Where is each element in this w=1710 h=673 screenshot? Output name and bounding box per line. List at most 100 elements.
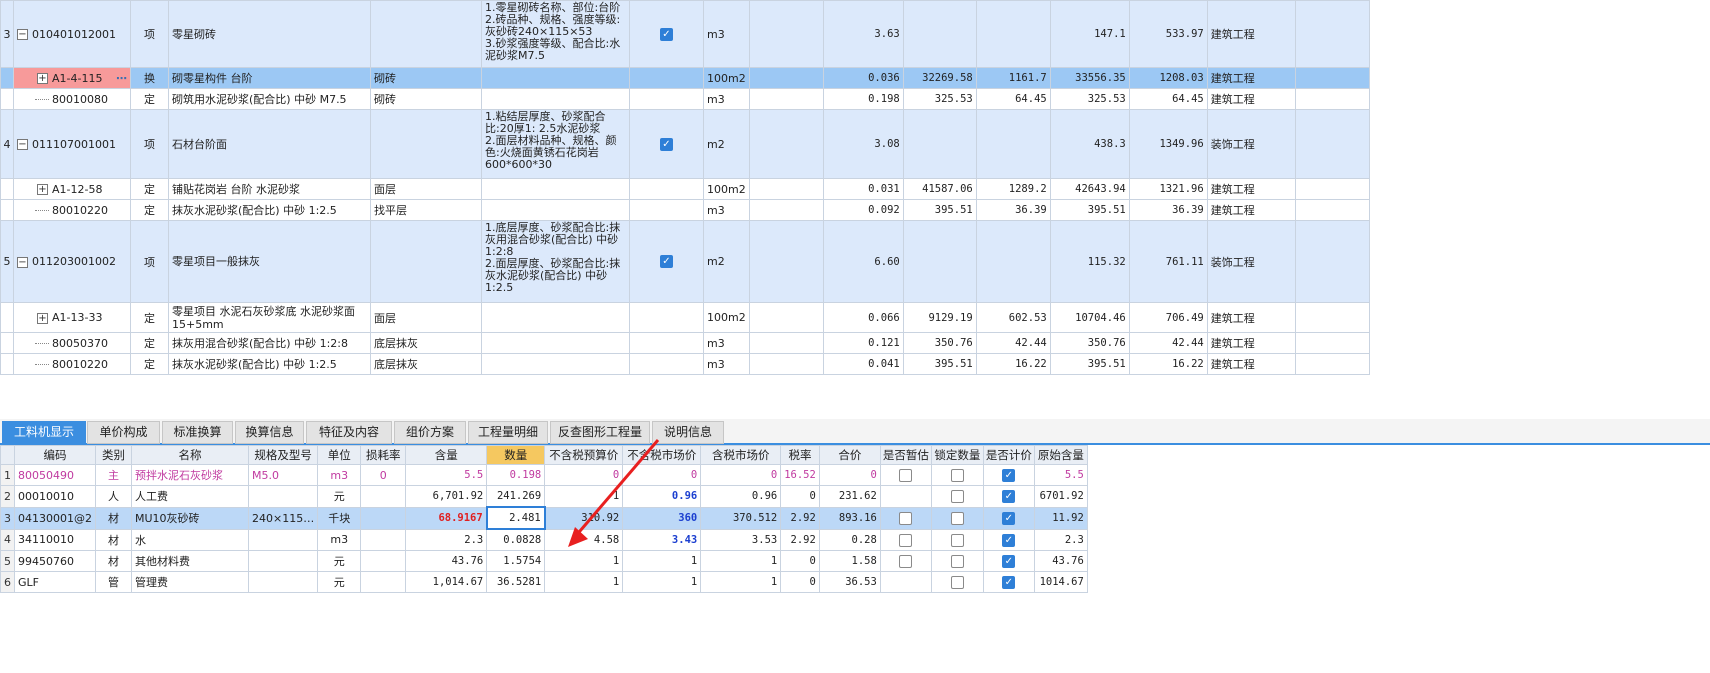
lock-checkbox[interactable] xyxy=(950,554,964,568)
item-quantity[interactable]: 0.041 xyxy=(822,353,904,375)
bill-row[interactable]: 80010220 定抹灰水泥砂浆(配合比) 中砂 1:2.5 底层抹灰 m3 0.041… xyxy=(0,353,1370,375)
resource-spec[interactable] xyxy=(247,571,319,593)
tax-rate[interactable]: 2.92 xyxy=(780,528,820,551)
bill-row[interactable]: + A1-12-58 定铺贴花岗岩 台阶 水泥砂浆 面层 100m2 0.031 41587… xyxy=(0,178,1370,200)
resource-row[interactable]: 4 34110010 材水 m3 2.3 0.0828 4.58 3.43 3.53 2.92 0.… xyxy=(0,528,1088,551)
resource-code[interactable]: 00010010 xyxy=(14,485,96,508)
tax-market-price[interactable]: 370.512 xyxy=(700,506,782,530)
item-features[interactable] xyxy=(481,302,630,333)
estimate-cell[interactable] xyxy=(879,464,932,486)
tax-market-price[interactable]: 3.53 xyxy=(700,528,782,551)
resource-category[interactable]: 人 xyxy=(95,485,132,508)
pricing-cell[interactable]: ✓ xyxy=(982,464,1035,486)
pricing-checkbox[interactable]: ✓ xyxy=(1002,554,1016,568)
output-check-cell[interactable] xyxy=(629,353,704,375)
checkbox-icon[interactable]: ✓ xyxy=(660,27,673,41)
output-check-cell[interactable]: ✓ xyxy=(629,220,704,303)
quantity-field[interactable]: 0.198 xyxy=(486,464,546,486)
lock-cell[interactable] xyxy=(930,550,984,572)
estimate-checkbox[interactable] xyxy=(899,533,913,547)
lock-checkbox[interactable] xyxy=(950,511,964,525)
resource-row[interactable]: 6 GLF 管管理费元 1,014.67 36.5281 1 1 1 0 36.53 ✓ 1014.6… xyxy=(0,571,1088,593)
item-name[interactable]: 抹灰用混合砂浆(配合比) 中砂 1:2:8 xyxy=(168,332,371,354)
tax-rate[interactable]: 0 xyxy=(780,571,820,593)
item-name[interactable]: 零星砌砖 xyxy=(168,0,371,68)
checkbox-icon[interactable]: ✓ xyxy=(660,255,673,269)
expand-icon[interactable]: + xyxy=(37,184,48,195)
pretax-market-price[interactable]: 0 xyxy=(622,464,702,486)
estimate-cell[interactable] xyxy=(879,506,932,530)
item-name[interactable]: 零星项目一般抹灰 xyxy=(168,220,371,303)
item-features[interactable] xyxy=(481,67,630,89)
item-code-cell[interactable]: 80010220 xyxy=(13,353,131,375)
item-spec[interactable] xyxy=(370,109,482,179)
more-options-icon[interactable]: ⋯ xyxy=(116,72,127,85)
output-check-cell[interactable]: ✓ xyxy=(629,0,704,68)
loss-rate[interactable] xyxy=(360,528,407,551)
output-check-cell[interactable] xyxy=(629,178,704,200)
output-check-cell[interactable] xyxy=(629,302,704,333)
loss-rate[interactable] xyxy=(360,571,407,593)
resource-name[interactable]: 管理费 xyxy=(131,571,249,593)
collapse-icon[interactable]: − xyxy=(17,139,28,150)
tab-6[interactable]: 工程量明细 xyxy=(468,421,548,444)
item-spec[interactable]: 砌砖 xyxy=(370,67,482,89)
loss-rate[interactable] xyxy=(360,506,407,530)
tab-0[interactable]: 工料机显示 xyxy=(2,421,86,444)
checkbox-icon[interactable]: ✓ xyxy=(660,137,673,151)
lock-checkbox[interactable] xyxy=(950,533,964,547)
expand-icon[interactable]: + xyxy=(37,73,48,84)
pricing-checkbox[interactable]: ✓ xyxy=(1002,468,1016,482)
item-code-cell[interactable]: + A1-12-58 xyxy=(13,178,131,200)
resource-row[interactable]: 3 04130001@2 材 MU10灰砂砖 240×115… 千块 68.9167 2.48… xyxy=(0,506,1088,530)
item-spec[interactable]: 找平层 xyxy=(370,199,482,221)
item-name[interactable]: 铺贴花岗岩 台阶 水泥砂浆 xyxy=(168,178,371,200)
content-amount[interactable]: 1,014.67 xyxy=(405,571,488,593)
resource-category[interactable]: 主 xyxy=(95,464,132,486)
output-check-cell[interactable] xyxy=(629,88,704,110)
tab-4[interactable]: 特征及内容 xyxy=(306,421,392,444)
resource-unit[interactable]: m3 xyxy=(317,464,362,486)
tab-8[interactable]: 说明信息 xyxy=(652,421,724,444)
quantity-field[interactable]: 1.5754 xyxy=(486,550,546,572)
pretax-market-price[interactable]: 1 xyxy=(622,571,702,593)
quantity-field[interactable]: 0.0828 xyxy=(486,528,546,551)
resource-spec[interactable] xyxy=(247,550,319,572)
resource-row[interactable]: 2 00010010 人人工费元 6,701.92 241.269 1 0.96 0.96 0 2… xyxy=(0,485,1088,508)
resource-category[interactable]: 材 xyxy=(95,550,132,572)
pricing-checkbox[interactable]: ✓ xyxy=(1002,575,1016,589)
lock-cell[interactable] xyxy=(930,464,984,486)
estimate-checkbox[interactable] xyxy=(899,468,913,482)
item-spec[interactable] xyxy=(370,0,482,68)
pricing-cell[interactable]: ✓ xyxy=(982,571,1035,593)
collapse-icon[interactable]: − xyxy=(17,29,28,40)
item-features[interactable] xyxy=(481,88,630,110)
lock-checkbox[interactable] xyxy=(950,468,964,482)
resource-spec[interactable] xyxy=(247,485,319,508)
column-header[interactable]: 原始含量 xyxy=(1033,445,1088,465)
output-check-cell[interactable]: ✓ xyxy=(629,109,704,179)
lock-checkbox[interactable] xyxy=(950,575,964,589)
estimate-cell[interactable] xyxy=(879,571,932,593)
tax-market-price[interactable]: 1 xyxy=(700,550,782,572)
tax-market-price[interactable]: 1 xyxy=(700,571,782,593)
item-code-cell[interactable]: −010401012001 xyxy=(13,0,131,68)
pricing-cell[interactable]: ✓ xyxy=(982,550,1035,572)
item-features[interactable]: 1.粘结层厚度、砂浆配合比:20厚1: 2.5水泥砂浆 2.面层材料品种、规格、… xyxy=(481,109,630,179)
resource-code[interactable]: 99450760 xyxy=(14,550,96,572)
pricing-checkbox[interactable]: ✓ xyxy=(1002,490,1016,503)
lock-checkbox[interactable] xyxy=(950,490,964,503)
pretax-market-price[interactable]: 3.43 xyxy=(622,528,702,551)
estimate-cell[interactable] xyxy=(879,485,932,508)
collapse-icon[interactable]: − xyxy=(17,256,28,268)
pricing-cell[interactable]: ✓ xyxy=(982,485,1035,508)
output-check-cell[interactable] xyxy=(629,332,704,354)
item-quantity[interactable]: 6.60 xyxy=(822,220,904,303)
resource-spec[interactable]: M5.0 xyxy=(247,464,319,486)
tax-rate[interactable]: 0 xyxy=(780,550,820,572)
content-amount[interactable]: 43.76 xyxy=(405,550,488,572)
resource-name[interactable]: 人工费 xyxy=(131,485,249,508)
bill-row[interactable]: 80010220 定抹灰水泥砂浆(配合比) 中砂 1:2.5 找平层 m3 0.092 3… xyxy=(0,199,1370,221)
resource-name[interactable]: MU10灰砂砖 xyxy=(131,506,249,530)
item-quantity[interactable]: 0.092 xyxy=(822,199,904,221)
